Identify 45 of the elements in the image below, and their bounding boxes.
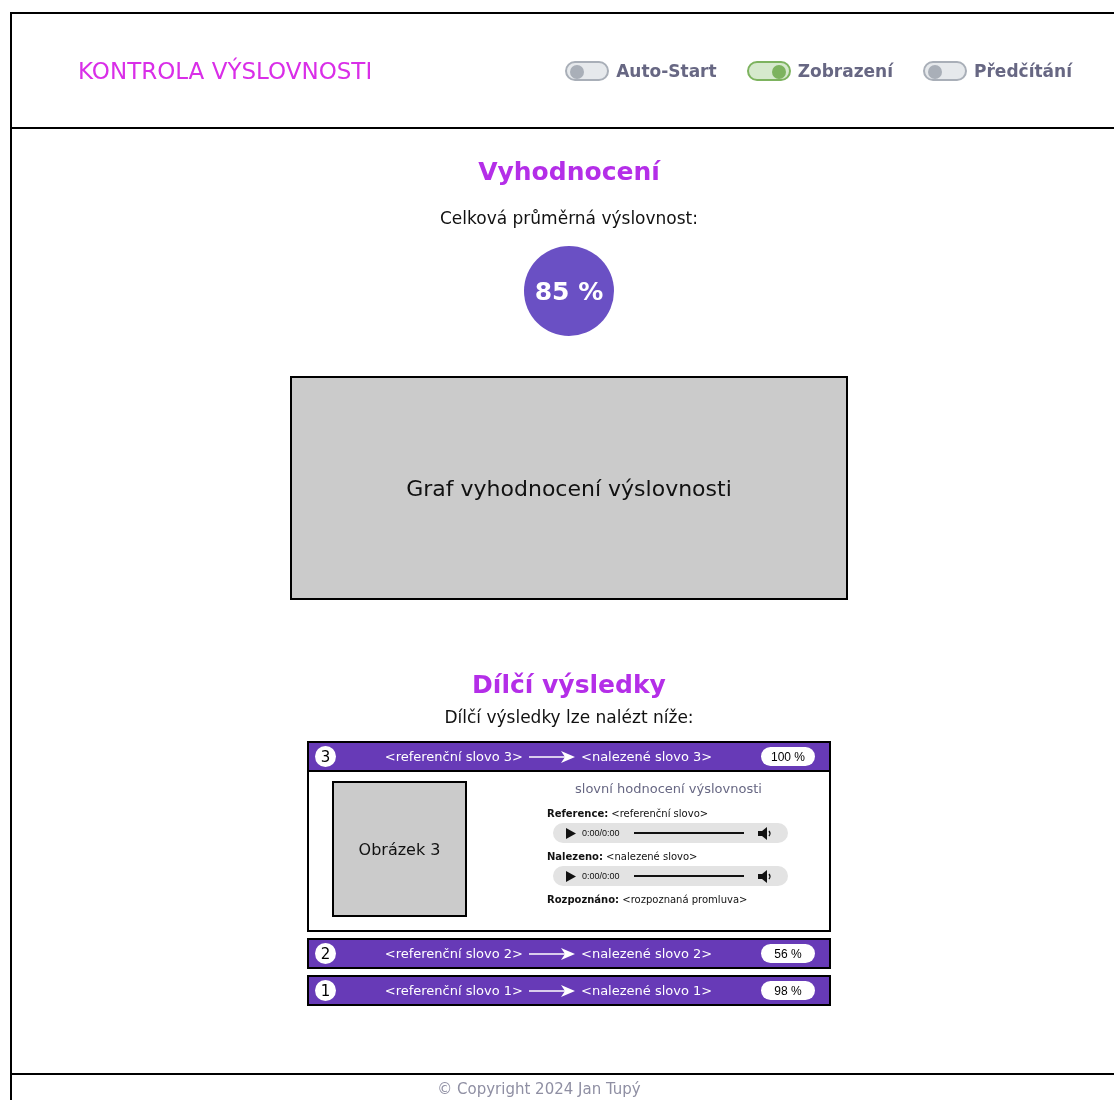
score-circle: 85 % [524,246,614,336]
time-text: 0:00/0:00 [582,828,620,838]
app-title: KONTROLA VÝSLOVNOSTI [78,57,373,84]
section-subtitle: Dílčí výsledky lze nalézt níže: [444,707,694,727]
arrow-icon [529,947,575,960]
arrow-icon [529,750,575,763]
reference-word: <referenční slovo 1> [384,983,523,998]
found-line: Nalezeno: <nalezené slovo> [547,851,699,862]
found-word: <nalezené slovo 2> [581,946,713,961]
toggle-switch[interactable] [746,60,791,81]
play-icon[interactable] [565,827,576,839]
placeholder-text: Obrázek 3 [358,839,441,859]
time-text: 0:00/0:00 [582,871,620,881]
score-badge: 100 % [761,747,815,766]
reference-word: <referenční slovo 2> [384,946,523,961]
toggle-switch[interactable] [923,60,967,81]
recognized-line: Rozpoznáno: <rozpoznaná promluva> [547,894,749,905]
toggle-switch[interactable] [565,60,610,81]
found-word: <nalezené slovo 1> [581,983,713,998]
rating-text: slovní hodnocení výslovnosti [575,781,763,796]
average-label: Celková průměrná výslovnost: [440,208,698,228]
section-heading: Vyhodnocení [478,157,660,186]
result-header[interactable]: 1 <referenční slovo 1> <nalezené slovo 1> 98 % [309,977,829,1004]
volume-icon[interactable] [758,869,772,883]
volume-icon[interactable] [758,826,772,840]
score-badge: 98 % [761,981,815,1000]
play-icon[interactable] [565,870,576,882]
section-heading: Dílčí výsledky [472,670,666,699]
arrow-icon [529,984,575,997]
number-badge: 2 [315,943,336,964]
found-word: <nalezené slovo 3> [581,749,713,764]
number-badge: 1 [315,980,336,1001]
result-header[interactable]: 3 <referenční slovo 3> <nalezené slovo 3> 100 % [309,743,829,770]
score-badge: 56 % [761,944,815,963]
audio-player[interactable]: 0:00/0:00 [553,823,788,843]
result-header[interactable]: 2 <referenční slovo 2> <nalezené slovo 2> 56 % [309,940,829,967]
reference-word: <referenční slovo 3> [384,749,523,764]
copyright-text: © Copyright 2024 Jan Tupý [437,1080,641,1100]
reference-line: Reference: <referenční slovo> [547,808,710,819]
toggle-label[interactable]: Zobrazení [797,60,893,81]
placeholder-text: Graf vyhodnocení výslovnosti [406,475,732,501]
number-badge: 3 [315,746,336,767]
audio-player[interactable]: 0:00/0:00 [553,866,788,886]
toggle-label[interactable]: Auto-Start [616,60,717,81]
toggle-label[interactable]: Předčítání [974,60,1072,81]
